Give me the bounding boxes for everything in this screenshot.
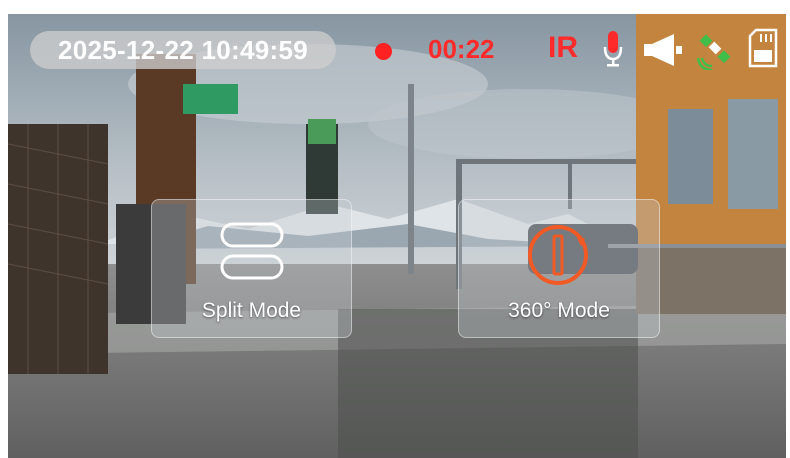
360-rotate-icon — [528, 225, 588, 285]
split-view-icon — [220, 222, 284, 280]
speaker-icon[interactable] — [642, 32, 686, 68]
360-mode-button[interactable]: 360° Mode — [458, 199, 660, 338]
camera-feed — [8, 14, 786, 458]
split-mode-label: Split Mode — [201, 299, 302, 322]
sd-card-icon — [748, 28, 778, 68]
microphone-icon[interactable] — [602, 29, 624, 69]
ir-indicator: IR — [548, 31, 578, 64]
split-mode-button[interactable]: Split Mode — [151, 199, 352, 338]
camera-view: 2025-12-22 10:49:59 00:22 IR Split Mode … — [8, 14, 786, 458]
record-indicator-icon — [375, 43, 392, 60]
gps-satellite-icon — [696, 34, 731, 70]
timestamp-text: 2025-12-22 10:49:59 — [58, 34, 308, 65]
timestamp-pill: 2025-12-22 10:49:59 — [30, 31, 336, 69]
360-mode-label: 360° Mode — [508, 299, 610, 322]
recording-time: 00:22 — [428, 34, 495, 64]
